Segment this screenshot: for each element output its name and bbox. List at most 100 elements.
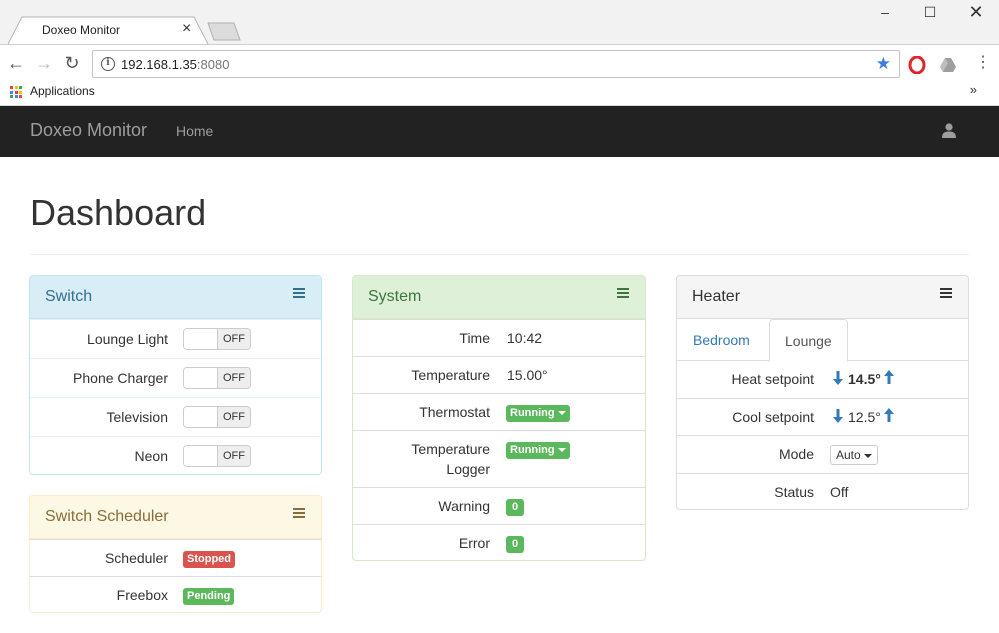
arrow-down-icon[interactable] <box>832 409 844 423</box>
apps-grid-icon[interactable] <box>10 86 22 98</box>
heat-setpoint-label: Heat setpoint <box>731 371 815 387</box>
page-title: Dashboard <box>30 192 207 233</box>
system-label: Warning <box>438 498 490 514</box>
system-row-thermostat: Thermostat Running <box>353 393 645 430</box>
status-row: Status Off <box>677 473 968 509</box>
browser-titlebar: Doxeo Monitor × – ☐ ✕ <box>0 0 999 45</box>
caret-down-icon <box>863 453 872 458</box>
switch-panel-title: Switch <box>45 288 93 305</box>
system-panel-heading: System <box>353 276 645 319</box>
app-navbar: Doxeo Monitor Home <box>0 106 999 157</box>
heater-panel-title: Heater <box>692 288 741 305</box>
menu-dots-icon[interactable]: ⋮ <box>972 53 994 75</box>
switch-row: Television OFF <box>30 397 321 436</box>
system-label: Temperature Logger <box>411 441 490 477</box>
status-badge: Pending <box>183 588 235 605</box>
scheduler-row: Freebox Pending <box>30 576 321 612</box>
heat-setpoint-row: Heat setpoint 14.5° <box>677 361 968 398</box>
switch-label: Television <box>106 409 168 425</box>
switch-label: Phone Charger <box>73 370 168 386</box>
status-label: Status <box>774 484 814 500</box>
close-window-icon[interactable]: ✕ <box>953 2 999 24</box>
heater-tabs: Bedroom Lounge <box>677 319 968 362</box>
scheduler-panel: Switch Scheduler Scheduler Stopped Freeb… <box>29 495 322 613</box>
switch-toggle[interactable]: OFF <box>183 367 251 389</box>
arrow-down-icon[interactable] <box>832 371 844 385</box>
mode-row: Mode Auto <box>677 435 968 473</box>
system-label: Error <box>458 535 490 551</box>
switch-label: Neon <box>134 448 168 464</box>
switch-toggle[interactable]: OFF <box>183 328 251 350</box>
tab-title: Doxeo Monitor <box>42 23 121 37</box>
scheduler-label: Scheduler <box>104 550 168 566</box>
opera-icon[interactable] <box>908 56 926 74</box>
tab-close-icon[interactable]: × <box>182 20 191 38</box>
mode-label: Mode <box>778 446 814 462</box>
switch-row: Neon OFF <box>30 436 321 474</box>
switch-toggle[interactable]: OFF <box>183 445 251 467</box>
arrow-up-icon[interactable] <box>883 370 895 384</box>
system-label: Time <box>459 330 490 346</box>
heater-panel: Heater Bedroom Lounge Heat setpoint 14.5… <box>676 275 969 510</box>
system-row-warning: Warning 0 <box>353 487 645 524</box>
maximize-icon[interactable]: ☐ <box>907 2 953 24</box>
mode-dropdown[interactable]: Auto <box>830 445 878 465</box>
system-row-error: Error 0 <box>353 524 645 560</box>
info-icon[interactable]: i <box>101 57 115 71</box>
tab-lounge[interactable]: Lounge <box>769 319 848 362</box>
switch-row: Lounge Light OFF <box>30 319 321 358</box>
browser-tab[interactable]: Doxeo Monitor × <box>8 16 209 45</box>
cool-setpoint-label: Cool setpoint <box>732 409 814 425</box>
scheduler-row: Scheduler Stopped <box>30 539 321 576</box>
system-label: Temperature <box>411 367 490 383</box>
heat-setpoint-value: 14.5° <box>848 371 881 387</box>
nav-home-link[interactable]: Home <box>176 123 213 139</box>
address-bar[interactable]: i 192.168.1.35:8080 ★ <box>92 50 900 78</box>
minimize-icon[interactable]: – <box>862 2 908 24</box>
switch-panel-heading: Switch <box>30 276 321 319</box>
logger-dropdown[interactable]: Running <box>506 442 570 459</box>
chevron-right-icon[interactable]: » <box>970 82 977 97</box>
page-divider <box>30 254 969 255</box>
cool-setpoint-value: 12.5° <box>848 409 881 425</box>
status-value: Off <box>830 484 849 500</box>
switch-panel: Switch Lounge Light OFF Phone Charger OF… <box>29 275 322 475</box>
caret-down-icon <box>557 448 566 453</box>
drive-icon[interactable] <box>939 56 957 74</box>
switch-label: Lounge Light <box>87 331 168 347</box>
scheduler-panel-heading: Switch Scheduler <box>30 496 321 539</box>
hamburger-icon[interactable] <box>293 288 305 300</box>
reload-icon[interactable]: ↻ <box>61 53 83 75</box>
bookmarks-bar: Applications » <box>0 82 999 106</box>
cool-setpoint-row: Cool setpoint 12.5° <box>677 398 968 435</box>
error-count-badge: 0 <box>506 536 525 553</box>
forward-icon[interactable]: → <box>33 53 55 75</box>
back-icon[interactable]: ← <box>5 53 27 75</box>
thermostat-dropdown[interactable]: Running <box>506 405 570 422</box>
url-text[interactable]: 192.168.1.35:8080 <box>121 57 229 72</box>
system-value: 10:42 <box>507 330 543 346</box>
arrow-up-icon[interactable] <box>883 408 895 422</box>
status-badge: Stopped <box>183 551 235 568</box>
switch-toggle[interactable]: OFF <box>183 406 251 428</box>
hamburger-icon[interactable] <box>293 508 305 520</box>
system-row-temperature: Temperature 15.00° <box>353 356 645 393</box>
warning-count-badge: 0 <box>506 499 525 516</box>
system-label: Thermostat <box>419 404 490 420</box>
bookmark-applications[interactable]: Applications <box>30 84 95 98</box>
hamburger-icon[interactable] <box>617 288 629 300</box>
heater-panel-heading: Heater <box>677 276 968 319</box>
scheduler-panel-title: Switch Scheduler <box>45 508 169 525</box>
browser-toolbar: ← → ↻ i 192.168.1.35:8080 ★ ⋮ <box>0 44 999 82</box>
bookmark-star-icon[interactable]: ★ <box>876 54 891 74</box>
system-panel-title: System <box>368 288 422 305</box>
system-row-time: Time 10:42 <box>353 319 645 356</box>
user-icon[interactable] <box>941 122 957 138</box>
navbar-brand[interactable]: Doxeo Monitor <box>30 120 147 141</box>
system-panel: System Time 10:42 Temperature 15.00° The… <box>352 275 646 561</box>
caret-down-icon <box>557 411 566 416</box>
new-tab-button[interactable] <box>206 22 242 42</box>
system-value: 15.00° <box>507 367 548 383</box>
hamburger-icon[interactable] <box>940 288 952 300</box>
tab-bedroom[interactable]: Bedroom <box>678 319 765 361</box>
